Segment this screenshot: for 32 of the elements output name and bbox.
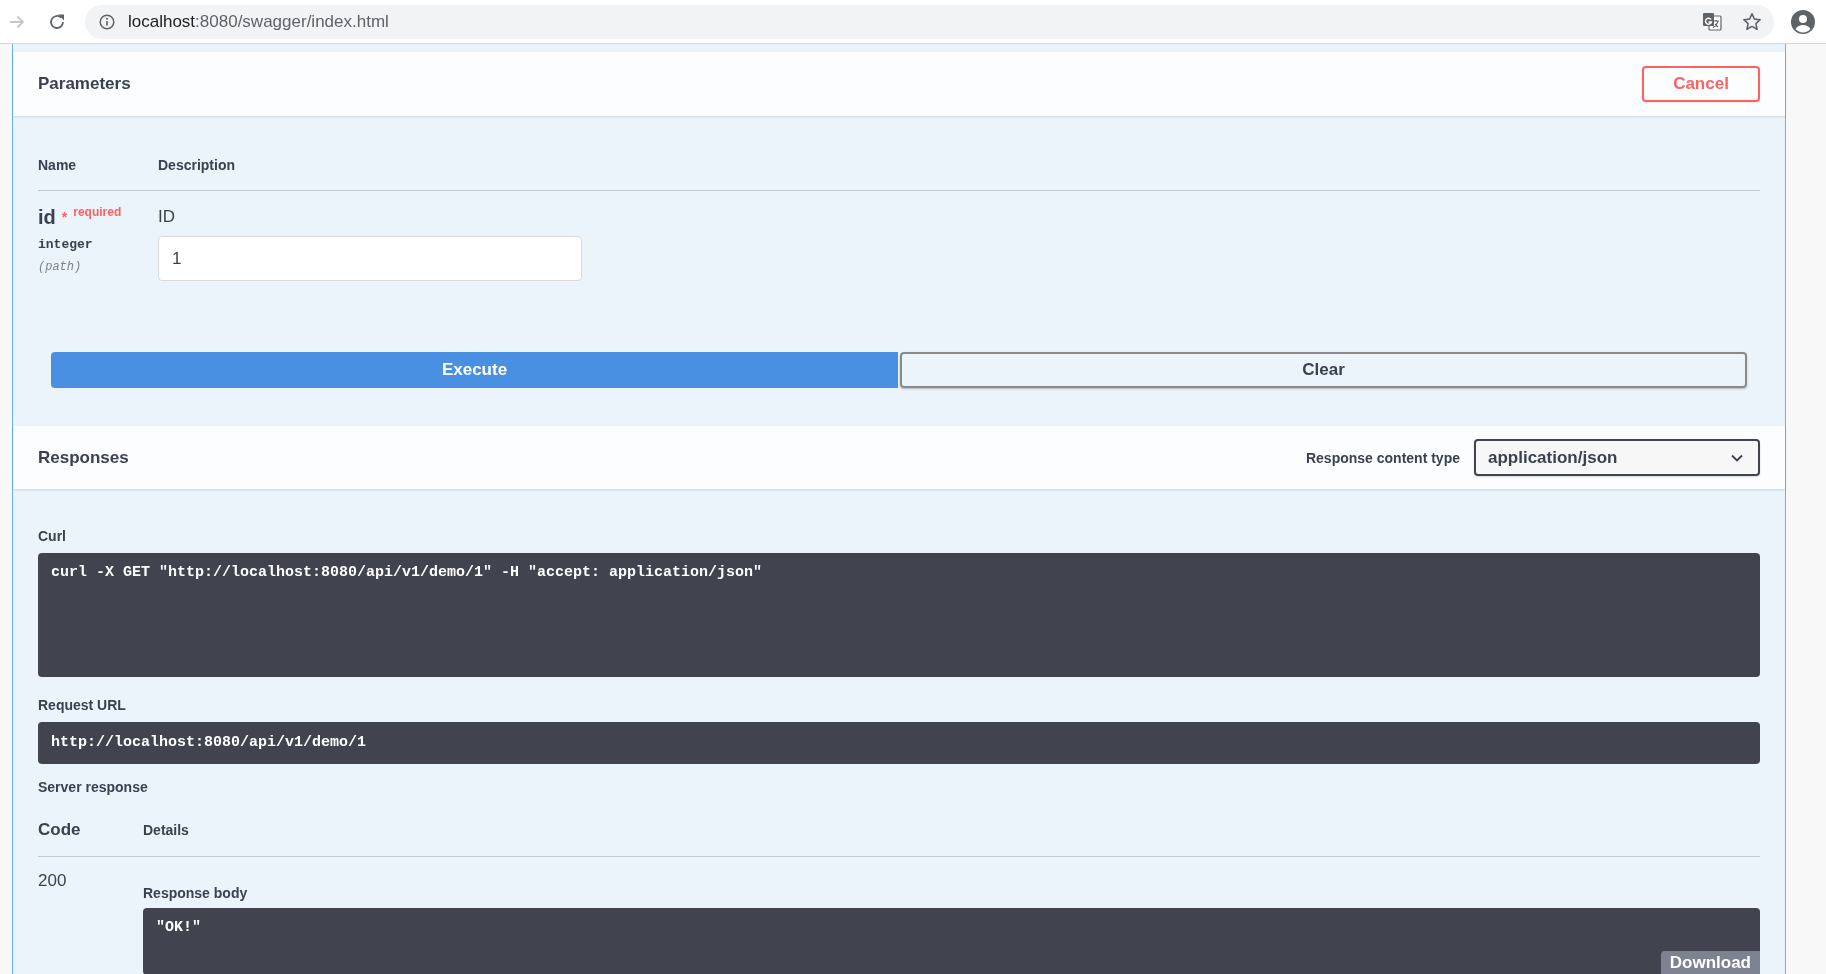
curl-command: curl -X GET "http://localhost:8080/api/v1/demo/1" -H "accept: application/json" xyxy=(38,553,1760,677)
parameter-name: id xyxy=(38,205,56,229)
input-field[interactable]: 1 xyxy=(158,236,582,281)
star-icon[interactable] xyxy=(1742,11,1762,32)
info-icon[interactable] xyxy=(99,13,115,30)
column-header: Details xyxy=(143,821,189,839)
content-type-label: Response content type xyxy=(1305,449,1460,466)
account-icon[interactable] xyxy=(1791,9,1815,34)
download-button[interactable]: Download xyxy=(1660,951,1760,974)
column-header: Code xyxy=(38,819,82,841)
parameter-location: (path) xyxy=(38,259,83,276)
column-header: Description xyxy=(158,156,235,174)
column-header: Name xyxy=(38,156,78,174)
request-url: http://localhost:8080/api/v1/demo/1 xyxy=(38,722,1760,764)
reload-icon[interactable] xyxy=(48,12,66,31)
content-type-select[interactable]: application/json xyxy=(1474,439,1760,476)
required-label: required xyxy=(73,205,122,219)
parameters-title: Parameters xyxy=(38,74,131,94)
url-text: localhost:8080/swagger/index.html xyxy=(128,11,389,32)
status-code: 200 xyxy=(38,870,68,892)
clear-button[interactable]: Clear xyxy=(900,352,1747,388)
server-response-label: Server response xyxy=(38,778,149,796)
request-url-label: Request URL xyxy=(38,696,127,714)
required-mark: * xyxy=(61,208,68,227)
response-body-text: "OK!" xyxy=(156,919,201,936)
parameter-type: integer xyxy=(38,236,94,254)
address-bar[interactable]: localhost:8080/swagger/index.html xyxy=(85,4,1774,39)
translate-icon[interactable] xyxy=(1702,11,1722,32)
parameter-description: ID xyxy=(158,206,176,228)
response-body-label: Response body xyxy=(143,884,249,902)
responses-title: Responses xyxy=(38,447,129,468)
curl-label: Curl xyxy=(38,527,67,545)
